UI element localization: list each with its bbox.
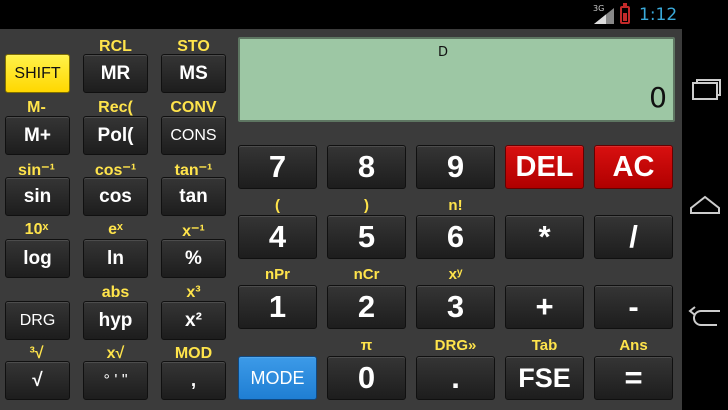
shift-button[interactable]: SHIFT (5, 54, 70, 93)
digit-4-button[interactable]: 4 (238, 215, 317, 259)
x-cube-label: x³ (186, 284, 201, 301)
recent-apps-icon[interactable] (687, 74, 723, 110)
digit-0-button[interactable]: 0 (327, 356, 406, 400)
digit-2-button[interactable]: 2 (327, 285, 406, 329)
ans-label: Ans (619, 337, 648, 354)
digit-9-button[interactable]: 9 (416, 145, 495, 189)
tab-label: Tab (531, 337, 558, 354)
constants-button[interactable]: CONS (161, 116, 226, 155)
fse-button[interactable]: FSE (505, 356, 584, 400)
minus-button[interactable]: - (594, 285, 673, 329)
digit-6-button[interactable]: 6 (416, 215, 495, 259)
digit-8-button[interactable]: 8 (327, 145, 406, 189)
rec-label: Rec( (98, 99, 133, 116)
percent-button[interactable]: % (161, 239, 226, 278)
factorial-label: n! (448, 197, 463, 214)
digit-3-button[interactable]: 3 (416, 285, 495, 329)
home-icon[interactable] (687, 186, 723, 222)
ln-button[interactable]: ln (83, 239, 148, 278)
right-paren-label: ) (364, 197, 369, 214)
clock: 1:12 (639, 5, 678, 25)
conv-label: CONV (170, 99, 217, 116)
digit-1-button[interactable]: 1 (238, 285, 317, 329)
calculator-display: D 0 (238, 37, 675, 122)
memory-recall-button[interactable]: MR (83, 54, 148, 93)
delete-button[interactable]: DEL (505, 145, 584, 189)
log-button[interactable]: log (5, 239, 70, 278)
all-clear-button[interactable]: AC (594, 145, 673, 189)
display-value: 0 (649, 81, 667, 114)
mode-button[interactable]: MODE (238, 356, 317, 400)
abs-label: abs (101, 284, 130, 301)
hyp-button[interactable]: hyp (83, 301, 148, 340)
polar-button[interactable]: Pol( (83, 116, 148, 155)
sqrt-button[interactable]: √ (5, 361, 70, 400)
angle-mode-indicator: D (438, 45, 449, 60)
sin-button[interactable]: sin (5, 177, 70, 216)
status-bar: 3G 1:12 (0, 0, 728, 29)
signal-icon (594, 8, 614, 24)
drg-convert-label: DRG» (434, 337, 477, 354)
battery-icon (620, 3, 630, 24)
x-power-y-label: xʸ (448, 266, 463, 283)
npr-label: nPr (264, 266, 290, 283)
pi-label: π (360, 337, 373, 354)
digit-5-button[interactable]: 5 (327, 215, 406, 259)
cos-button[interactable]: cos (83, 177, 148, 216)
degree-minute-second-button[interactable]: ° ' " (83, 361, 148, 400)
m-minus-label: M- (27, 99, 46, 116)
decimal-point-button[interactable]: . (416, 356, 495, 400)
memory-add-button[interactable]: M+ (5, 116, 70, 155)
digit-7-button[interactable]: 7 (238, 145, 317, 189)
divide-button[interactable]: / (594, 215, 673, 259)
ncr-label: nCr (353, 266, 380, 283)
comma-button[interactable]: , (161, 361, 226, 400)
drg-button[interactable]: DRG (5, 301, 70, 340)
x-inverse-label: x⁻¹ (182, 223, 205, 240)
navigation-bar (682, 29, 728, 410)
plus-button[interactable]: + (505, 285, 584, 329)
e-power-x-label: eˣ (108, 221, 123, 238)
x-square-button[interactable]: x² (161, 301, 226, 340)
memory-store-button[interactable]: MS (161, 54, 226, 93)
multiply-button[interactable]: * (505, 215, 584, 259)
back-icon[interactable] (687, 299, 723, 335)
ten-power-x-label: 10ˣ (24, 221, 49, 238)
left-paren-label: ( (275, 197, 280, 214)
tan-button[interactable]: tan (161, 177, 226, 216)
equals-button[interactable]: = (594, 356, 673, 400)
